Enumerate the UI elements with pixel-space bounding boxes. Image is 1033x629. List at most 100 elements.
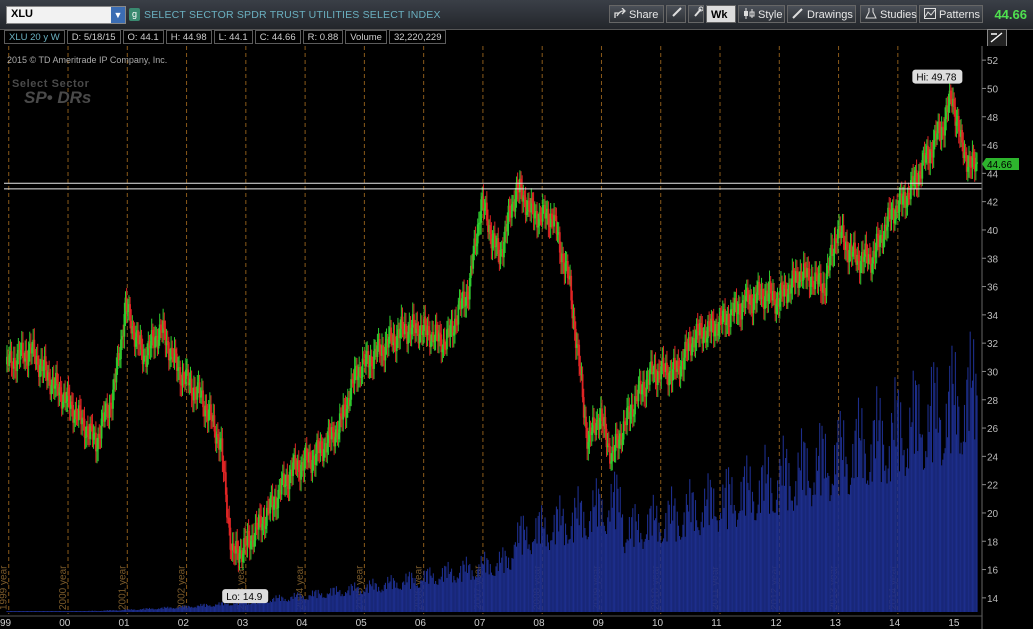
volume-bar (252, 602, 254, 612)
volume-bar (337, 591, 339, 612)
candle-body (80, 410, 82, 425)
volume-bar (772, 511, 774, 612)
candle-body (385, 338, 388, 344)
candle-body (953, 98, 956, 108)
volume-bar (584, 527, 586, 612)
candle-body (153, 336, 155, 348)
time-tick-label: 00 (59, 618, 71, 629)
candle-body (612, 446, 615, 452)
candle-body (529, 209, 532, 213)
candle-body (183, 378, 186, 385)
time-tick-label: 14 (889, 618, 901, 629)
volume-bar (101, 610, 103, 612)
candle-body (770, 293, 773, 301)
candle-body (118, 359, 121, 361)
candle-body (541, 205, 544, 222)
volume-bar (36, 611, 38, 612)
volume-bar (348, 586, 350, 612)
candle-body (237, 549, 240, 563)
candle-body (352, 379, 355, 384)
candle-body (408, 324, 411, 332)
volume-bar (169, 607, 171, 612)
chart-setting[interactable]: XLU 20 y W (4, 30, 65, 44)
volume-bar (391, 589, 393, 612)
candle-body (658, 370, 660, 372)
candle-body (523, 195, 526, 198)
volume-bar (224, 601, 226, 612)
candle-body (32, 339, 35, 348)
drawing-tools-button[interactable] (987, 29, 1007, 47)
candle-body (40, 359, 43, 366)
volume-bar (281, 596, 283, 612)
symbol-input[interactable]: XLU ▼ (6, 6, 126, 24)
price-tick-label: 40 (987, 226, 999, 237)
candle-body (684, 341, 687, 358)
candle-body (718, 315, 721, 334)
volume-bar (945, 403, 947, 612)
candle-body (920, 174, 923, 179)
candle-body (873, 250, 876, 258)
volume-bar (659, 532, 661, 612)
volume-bar (929, 405, 931, 612)
volume-bar (731, 477, 733, 612)
candle-body (733, 302, 736, 317)
volume-bar (184, 606, 186, 612)
candle-body (849, 244, 852, 251)
volume-bar (500, 562, 502, 612)
volume-bar (105, 610, 107, 612)
candle-body (398, 329, 400, 339)
period-button[interactable]: Wk (706, 5, 736, 23)
candle-body (275, 496, 277, 509)
candle-body (443, 339, 446, 350)
studies-button[interactable]: Studies (860, 5, 917, 23)
volume-bar (192, 607, 194, 612)
volume-bar (881, 420, 883, 612)
candle-body (204, 405, 207, 417)
volume-bar (415, 585, 417, 612)
patterns-button[interactable]: Patterns (919, 5, 983, 23)
price-chart[interactable]: 1999 year 2000 year 2001 year 2002 year 2003… (0, 0, 1033, 629)
candle-body (418, 334, 421, 344)
candle-body (477, 222, 480, 225)
volume-bar (903, 449, 905, 612)
style-button[interactable]: Style (738, 5, 785, 23)
candle-body (55, 372, 57, 386)
candle-body (696, 323, 699, 331)
chevron-down-icon[interactable]: ▼ (111, 7, 125, 23)
volume-bar (461, 581, 463, 612)
candle-body (181, 372, 184, 386)
volume-bar (16, 611, 18, 612)
candle-body (935, 130, 937, 140)
volume-bar (914, 380, 917, 612)
volume-bar (258, 599, 260, 612)
volume-bar (49, 611, 51, 612)
candle-body (923, 152, 926, 163)
volume-bar (953, 405, 955, 612)
volume-bar (938, 417, 940, 612)
time-tick-label: 02 (178, 618, 190, 629)
candle-body (53, 385, 56, 389)
volume-bar (98, 611, 100, 612)
share-button[interactable]: Share (609, 5, 664, 23)
volume-bar (156, 609, 159, 612)
volume-bar (600, 525, 602, 612)
volume-bar (676, 511, 678, 612)
volume-bar (614, 471, 616, 612)
volume-bar (297, 592, 299, 612)
candle-body (101, 412, 104, 419)
drawings-button[interactable]: Drawings (787, 5, 856, 23)
candle-body (858, 260, 861, 273)
candle-body (921, 160, 924, 179)
volume-bar (834, 445, 836, 612)
volume-bar (959, 453, 961, 612)
symbol-group-badge[interactable]: g (129, 8, 140, 21)
settings-button[interactable] (688, 5, 704, 23)
volume-bar (259, 600, 261, 612)
draw-settings-button[interactable] (666, 5, 686, 23)
volume-bar (928, 431, 930, 612)
candle-body (314, 453, 317, 465)
volume-bar (971, 380, 974, 612)
candle-body (485, 202, 488, 221)
candle-body (587, 441, 590, 449)
volume-bar (170, 607, 172, 612)
